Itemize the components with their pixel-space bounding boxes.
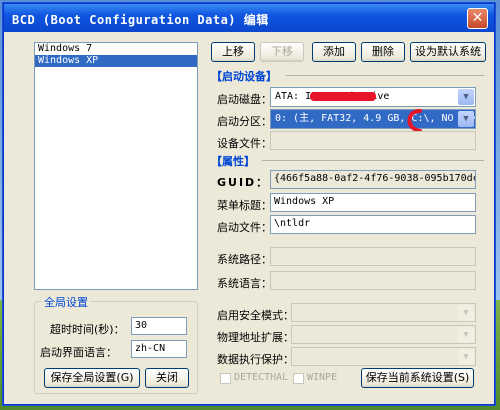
window-title: BCD (Boot Configuration Data) 编辑 [12, 13, 269, 27]
winpe-label: WINPE [307, 372, 338, 383]
dep-label: 数据执行保护： [217, 353, 294, 366]
dep-select[interactable]: ▼ [291, 347, 476, 366]
safe-mode-select[interactable]: ▼ [291, 303, 476, 322]
chevron-down-icon[interactable]: ▼ [458, 111, 474, 127]
pae-select[interactable]: ▼ [291, 325, 476, 344]
guid-label: GUID： [217, 176, 270, 189]
boot-partition-select[interactable]: 0: (主, FAT32, 4.9 GB, C:\, NO NAM ▼ [270, 109, 476, 129]
boot-partition-value: 0: (主, FAT32, 4.9 GB, C:\, NO NAM [275, 113, 476, 124]
save-current-system-button[interactable]: 保存当前系统设置(S) [361, 368, 474, 388]
boot-device-section-title: 【启动设备】 [211, 70, 277, 83]
move-up-button[interactable]: 上移 [211, 42, 255, 62]
list-item-selected[interactable]: Windows XP [35, 55, 197, 67]
list-item[interactable]: Windows 7 [35, 43, 197, 55]
bcd-editor-window: BCD (Boot Configuration Data) 编辑 ✕ Windo… [3, 3, 495, 405]
add-button[interactable]: 添加 [312, 42, 356, 62]
chevron-down-icon[interactable]: ▼ [458, 327, 474, 343]
properties-section-title: 【属性】 [211, 155, 255, 168]
section-divider [262, 160, 484, 161]
pae-label: 物理地址扩展： [217, 331, 294, 344]
detecthal-label: DETECTHAL [234, 372, 289, 383]
close-button[interactable]: 关闭 [145, 368, 189, 388]
language-input[interactable]: zh-CN [131, 340, 187, 358]
system-path-label: 系统路径： [217, 253, 272, 266]
delete-button[interactable]: 删除 [361, 42, 405, 62]
section-divider [286, 75, 484, 76]
timeout-input[interactable]: 30 [131, 317, 187, 335]
set-default-button[interactable]: 设为默认系统 [410, 42, 486, 62]
boot-partition-label: 启动分区： [217, 115, 272, 128]
device-file-label: 设备文件： [217, 137, 272, 150]
guid-field: {466f5a88-0af2-4f76-9038-095b170dc21c} [270, 170, 476, 189]
move-down-button[interactable]: 下移 [260, 42, 304, 62]
chevron-down-icon[interactable]: ▼ [458, 349, 474, 365]
language-label: 启动界面语言： [40, 346, 117, 359]
save-global-settings-button[interactable]: 保存全局设置(G) [44, 368, 140, 388]
global-settings-legend: 全局设置 [42, 294, 90, 310]
detecthal-checkbox[interactable] [220, 373, 231, 384]
safe-mode-label: 启用安全模式： [217, 309, 294, 322]
close-icon: ✕ [471, 10, 484, 26]
boot-file-input[interactable]: \ntldr [270, 215, 476, 234]
system-language-label: 系统语言： [217, 277, 272, 290]
title-bar[interactable]: BCD (Boot Configuration Data) 编辑 ✕ [4, 4, 494, 32]
chevron-down-icon[interactable]: ▼ [458, 305, 474, 321]
device-file-input[interactable] [270, 131, 476, 150]
boot-disk-label: 启动磁盘： [217, 93, 272, 106]
system-language-input[interactable] [270, 271, 476, 290]
timeout-label: 超时时间(秒)： [50, 323, 125, 336]
winpe-checkbox[interactable] [293, 373, 304, 384]
chevron-down-icon[interactable]: ▼ [458, 89, 474, 105]
close-window-button[interactable]: ✕ [467, 8, 488, 29]
menu-title-input[interactable]: Windows XP [270, 193, 476, 212]
menu-title-label: 菜单标题： [217, 199, 272, 212]
boot-entry-list[interactable]: Windows 7 Windows XP [34, 42, 198, 290]
system-path-input[interactable] [270, 247, 476, 266]
boot-file-label: 启动文件： [217, 221, 272, 234]
redaction-mark [310, 92, 376, 101]
